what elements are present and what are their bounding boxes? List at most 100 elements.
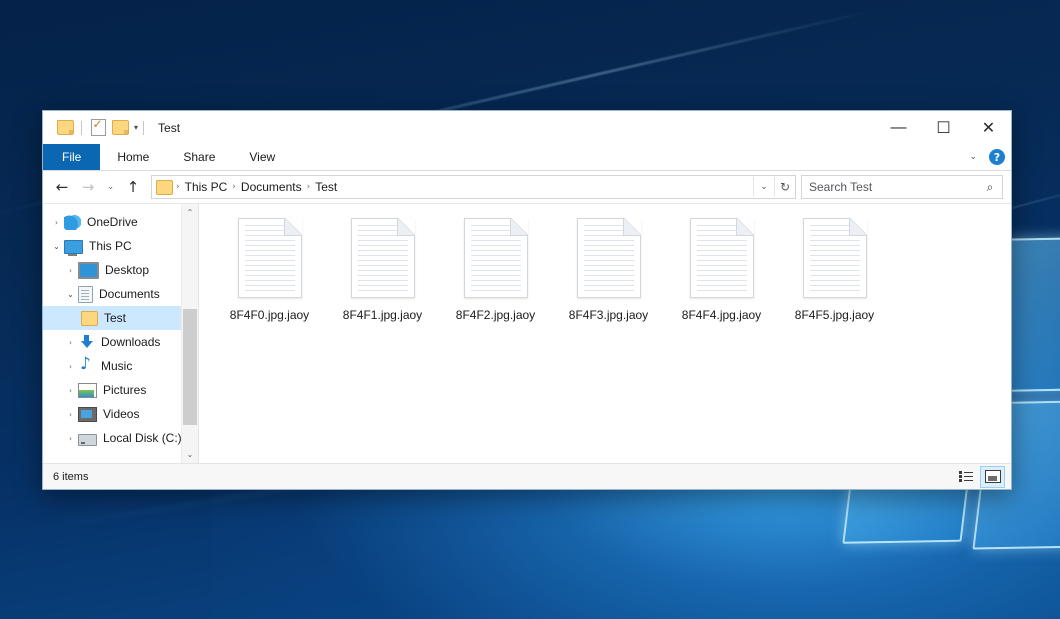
sidebar-item-label: Downloads bbox=[101, 335, 160, 349]
navigation-pane: › OneDrive ⌄ This PC › Desktop bbox=[43, 204, 199, 463]
sidebar-item-this-pc[interactable]: ⌄ This PC bbox=[43, 234, 198, 258]
downloads-icon bbox=[78, 334, 95, 350]
breadcrumb-item-test[interactable]: Test bbox=[311, 180, 341, 194]
file-name: 8F4F5.jpg.jaoy bbox=[795, 308, 874, 322]
file-name: 8F4F3.jpg.jaoy bbox=[569, 308, 648, 322]
window-controls: — ☐ ✕ bbox=[876, 111, 1011, 144]
file-item[interactable]: 8F4F4.jpg.jaoy bbox=[665, 216, 778, 336]
scrollbar-thumb[interactable] bbox=[183, 309, 197, 425]
forward-button[interactable]: → bbox=[75, 174, 101, 200]
divider bbox=[81, 121, 82, 135]
sidebar-item-local-disk-c[interactable]: › Local Disk (C:) bbox=[43, 426, 198, 450]
tab-home[interactable]: Home bbox=[100, 144, 166, 170]
file-name: 8F4F2.jpg.jaoy bbox=[456, 308, 535, 322]
sidebar-item-onedrive[interactable]: › OneDrive bbox=[43, 210, 198, 234]
new-folder-icon[interactable] bbox=[109, 117, 131, 139]
search-box[interactable]: Search Test ⌕ bbox=[801, 175, 1003, 199]
chevron-right-icon[interactable]: › bbox=[63, 386, 78, 395]
sidebar-item-downloads[interactable]: › Downloads bbox=[43, 330, 198, 354]
details-view-button[interactable] bbox=[953, 466, 978, 488]
file-name: 8F4F0.jpg.jaoy bbox=[230, 308, 309, 322]
navigation-scrollbar[interactable]: ⌃ ⌄ bbox=[181, 204, 198, 463]
file-item[interactable]: 8F4F0.jpg.jaoy bbox=[213, 216, 326, 336]
folder-icon[interactable] bbox=[54, 117, 76, 139]
ribbon-actions: ⌄ ? bbox=[965, 144, 1005, 170]
minimize-button[interactable]: — bbox=[876, 111, 921, 144]
file-item[interactable]: 8F4F1.jpg.jaoy bbox=[326, 216, 439, 336]
cloud-icon bbox=[64, 214, 81, 230]
window-body: › OneDrive ⌄ This PC › Desktop bbox=[43, 203, 1011, 463]
sidebar-item-label: OneDrive bbox=[87, 215, 138, 229]
maximize-button[interactable]: ☐ bbox=[921, 111, 966, 144]
navigation-tree: › OneDrive ⌄ This PC › Desktop bbox=[43, 204, 198, 450]
file-item[interactable]: 8F4F5.jpg.jaoy bbox=[778, 216, 891, 336]
ribbon-tab-bar: File Home Share View ⌄ ? bbox=[43, 144, 1011, 171]
chevron-down-icon[interactable]: ▾ bbox=[134, 123, 138, 132]
quick-access-toolbar: ▾ bbox=[43, 111, 149, 144]
desktop: ▾ Test — ☐ ✕ File Home Share View ⌄ ? ← … bbox=[0, 0, 1060, 619]
address-bar: ← → ⌄ ↑ › This PC › Documents › Test ⌄ ↻… bbox=[43, 171, 1011, 203]
large-icons-view-button[interactable] bbox=[980, 466, 1005, 488]
search-input[interactable]: Search Test bbox=[802, 180, 978, 194]
documents-icon bbox=[78, 286, 93, 303]
chevron-right-icon[interactable]: › bbox=[63, 410, 78, 419]
chevron-right-icon[interactable]: › bbox=[63, 362, 78, 371]
computer-icon bbox=[64, 240, 83, 254]
chevron-right-icon[interactable]: › bbox=[49, 218, 64, 227]
sidebar-item-label: Test bbox=[104, 311, 126, 325]
file-name: 8F4F4.jpg.jaoy bbox=[682, 308, 761, 322]
breadcrumb-item-documents[interactable]: Documents bbox=[237, 180, 306, 194]
pictures-icon bbox=[78, 383, 97, 398]
sidebar-item-desktop[interactable]: › Desktop bbox=[43, 258, 198, 282]
file-list-area[interactable]: 8F4F0.jpg.jaoy 8F4F1.jpg.jaoy 8F4F2.jpg.… bbox=[199, 204, 1011, 463]
status-bar: 6 items bbox=[43, 463, 1011, 489]
sidebar-item-documents[interactable]: ⌄ Documents bbox=[43, 282, 198, 306]
help-icon[interactable]: ? bbox=[989, 149, 1005, 165]
sidebar-item-pictures[interactable]: › Pictures bbox=[43, 378, 198, 402]
chevron-down-icon[interactable]: ⌄ bbox=[49, 242, 64, 251]
chevron-right-icon[interactable]: › bbox=[63, 338, 78, 347]
scroll-down-icon[interactable]: ⌄ bbox=[182, 446, 198, 463]
window-title: Test bbox=[158, 121, 180, 135]
file-item[interactable]: 8F4F3.jpg.jaoy bbox=[552, 216, 665, 336]
sidebar-item-label: Videos bbox=[103, 407, 139, 421]
recent-locations-icon[interactable]: ⌄ bbox=[101, 174, 120, 200]
sidebar-item-music[interactable]: › Music bbox=[43, 354, 198, 378]
generic-document-icon bbox=[803, 218, 867, 298]
file-explorer-window: ▾ Test — ☐ ✕ File Home Share View ⌄ ? ← … bbox=[42, 110, 1012, 490]
sidebar-item-label: Local Disk (C:) bbox=[103, 431, 182, 445]
chevron-right-icon[interactable]: › bbox=[63, 266, 78, 275]
up-button[interactable]: ↑ bbox=[120, 174, 146, 200]
refresh-icon[interactable]: ↻ bbox=[774, 177, 795, 197]
details-view-icon bbox=[959, 471, 973, 482]
sidebar-item-videos[interactable]: › Videos bbox=[43, 402, 198, 426]
title-bar: ▾ Test — ☐ ✕ bbox=[43, 111, 1011, 144]
chevron-down-icon[interactable]: ⌄ bbox=[63, 290, 78, 299]
file-name: 8F4F1.jpg.jaoy bbox=[343, 308, 422, 322]
breadcrumb[interactable]: › This PC › Documents › Test ⌄ ↻ bbox=[151, 175, 796, 199]
file-grid: 8F4F0.jpg.jaoy 8F4F1.jpg.jaoy 8F4F2.jpg.… bbox=[213, 216, 1011, 336]
breadcrumb-item-this-pc[interactable]: This PC bbox=[181, 180, 232, 194]
scroll-up-icon[interactable]: ⌃ bbox=[182, 204, 198, 221]
properties-icon[interactable] bbox=[87, 117, 109, 139]
sidebar-item-test[interactable]: Test bbox=[43, 306, 198, 330]
tab-share[interactable]: Share bbox=[166, 144, 232, 170]
sidebar-item-label: Pictures bbox=[103, 383, 146, 397]
desktop-icon bbox=[78, 262, 99, 279]
close-button[interactable]: ✕ bbox=[966, 111, 1011, 144]
tab-file[interactable]: File bbox=[43, 144, 100, 170]
chevron-right-icon[interactable]: › bbox=[63, 434, 78, 443]
address-dropdown-icon[interactable]: ⌄ bbox=[753, 177, 774, 197]
search-icon[interactable]: ⌕ bbox=[978, 180, 1002, 195]
large-icons-view-icon bbox=[985, 470, 1001, 483]
tab-view[interactable]: View bbox=[232, 144, 292, 170]
sidebar-item-label: Documents bbox=[99, 287, 160, 301]
file-item[interactable]: 8F4F2.jpg.jaoy bbox=[439, 216, 552, 336]
music-icon bbox=[78, 358, 95, 374]
back-button[interactable]: ← bbox=[49, 174, 75, 200]
folder-icon bbox=[81, 311, 98, 326]
expand-ribbon-icon[interactable]: ⌄ bbox=[965, 152, 981, 162]
sidebar-item-label: This PC bbox=[89, 239, 132, 253]
generic-document-icon bbox=[577, 218, 641, 298]
disk-icon bbox=[78, 434, 97, 446]
